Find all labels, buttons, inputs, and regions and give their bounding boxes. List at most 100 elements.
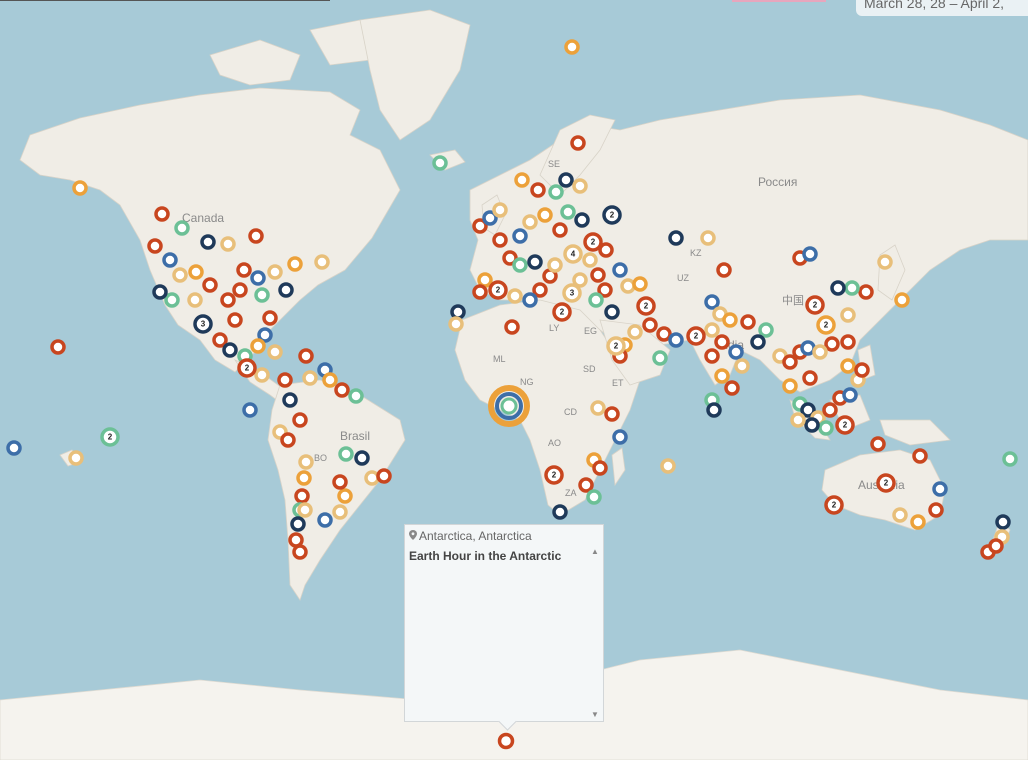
event-marker[interactable] [588, 292, 604, 308]
event-marker[interactable] [50, 339, 66, 355]
event-marker[interactable] [376, 468, 392, 484]
event-marker[interactable] [802, 246, 818, 262]
event-marker[interactable] [232, 282, 248, 298]
event-marker[interactable] [242, 402, 258, 418]
event-marker[interactable] [704, 294, 720, 310]
event-marker[interactable] [632, 276, 648, 292]
event-marker[interactable] [282, 392, 298, 408]
event-marker[interactable] [590, 267, 606, 283]
event-marker[interactable] [758, 322, 774, 338]
event-marker[interactable] [297, 502, 313, 518]
scroll-up-icon[interactable]: ▲ [591, 547, 599, 556]
event-marker[interactable] [154, 206, 170, 222]
event-marker[interactable] [314, 254, 330, 270]
event-marker[interactable] [728, 344, 744, 360]
event-marker[interactable] [894, 292, 910, 308]
event-marker[interactable] [200, 234, 216, 250]
large-cluster-marker[interactable] [488, 385, 530, 427]
event-marker[interactable] [222, 342, 238, 358]
event-marker[interactable] [548, 184, 564, 200]
event-marker[interactable] [522, 214, 538, 230]
event-marker[interactable] [660, 458, 676, 474]
event-marker[interactable] [364, 470, 380, 486]
cluster-marker[interactable]: 2 [100, 427, 120, 447]
cluster-marker[interactable]: 2 [237, 358, 257, 378]
cluster-marker[interactable]: 2 [686, 326, 706, 346]
event-marker[interactable] [627, 324, 643, 340]
event-marker[interactable] [668, 230, 684, 246]
event-marker[interactable] [147, 238, 163, 254]
event-marker[interactable] [72, 180, 88, 196]
event-marker[interactable] [840, 334, 856, 350]
event-marker[interactable] [522, 292, 538, 308]
event-marker[interactable] [322, 372, 338, 388]
cluster-marker[interactable]: 2 [606, 336, 626, 356]
event-marker[interactable] [514, 172, 530, 188]
event-marker[interactable] [254, 287, 270, 303]
event-marker[interactable] [734, 358, 750, 374]
event-marker[interactable] [477, 272, 493, 288]
event-marker[interactable] [988, 538, 1004, 554]
event-marker[interactable] [858, 284, 874, 300]
cluster-marker[interactable]: 2 [552, 302, 572, 322]
event-marker[interactable] [812, 344, 828, 360]
event-marker[interactable] [704, 322, 720, 338]
event-marker[interactable] [530, 182, 546, 198]
event-marker[interactable] [842, 387, 858, 403]
event-marker[interactable] [267, 264, 283, 280]
event-marker[interactable] [298, 348, 314, 364]
event-marker[interactable] [448, 316, 464, 332]
event-marker[interactable] [172, 267, 188, 283]
event-marker[interactable] [532, 282, 548, 298]
event-marker[interactable] [552, 504, 568, 520]
event-marker[interactable] [302, 370, 318, 386]
cluster-marker[interactable]: 2 [583, 232, 603, 252]
event-marker[interactable] [604, 406, 620, 422]
event-marker[interactable] [652, 350, 668, 366]
cluster-marker[interactable]: 2 [805, 295, 825, 315]
event-marker[interactable] [668, 332, 684, 348]
cluster-marker[interactable]: 2 [824, 495, 844, 515]
event-marker[interactable] [750, 334, 766, 350]
event-marker[interactable] [174, 220, 190, 236]
event-marker[interactable] [590, 400, 606, 416]
event-marker[interactable] [1002, 451, 1018, 467]
event-marker[interactable] [537, 207, 553, 223]
event-marker[interactable] [604, 304, 620, 320]
cluster-marker[interactable]: 2 [835, 415, 855, 435]
event-marker[interactable] [586, 489, 602, 505]
event-marker[interactable] [248, 228, 264, 244]
event-marker[interactable] [564, 39, 580, 55]
event-marker[interactable] [995, 514, 1011, 530]
event-marker[interactable] [348, 388, 364, 404]
event-marker[interactable] [802, 370, 818, 386]
event-marker[interactable] [188, 264, 204, 280]
event-marker[interactable] [552, 222, 568, 238]
event-marker[interactable] [512, 228, 528, 244]
event-marker[interactable] [262, 310, 278, 326]
event-marker[interactable] [912, 448, 928, 464]
event-marker[interactable] [220, 236, 236, 252]
event-marker[interactable] [250, 270, 266, 286]
event-marker[interactable] [220, 292, 236, 308]
event-marker[interactable] [574, 212, 590, 228]
event-marker[interactable] [572, 178, 588, 194]
cluster-marker[interactable]: 2 [488, 280, 508, 300]
event-marker[interactable] [472, 284, 488, 300]
event-marker[interactable] [612, 262, 628, 278]
event-marker[interactable] [68, 450, 84, 466]
event-marker[interactable] [267, 344, 283, 360]
event-marker[interactable] [6, 440, 22, 456]
event-marker[interactable] [338, 446, 354, 462]
event-marker[interactable] [492, 202, 508, 218]
cluster-marker[interactable]: 3 [562, 283, 582, 303]
event-marker[interactable] [527, 254, 543, 270]
event-marker[interactable] [152, 284, 168, 300]
event-marker[interactable] [294, 488, 310, 504]
event-marker[interactable] [570, 135, 586, 151]
event-marker[interactable] [724, 380, 740, 396]
event-marker[interactable] [782, 378, 798, 394]
event-marker[interactable] [288, 532, 304, 548]
event-marker[interactable] [578, 477, 594, 493]
cluster-marker[interactable]: 2 [602, 205, 622, 225]
